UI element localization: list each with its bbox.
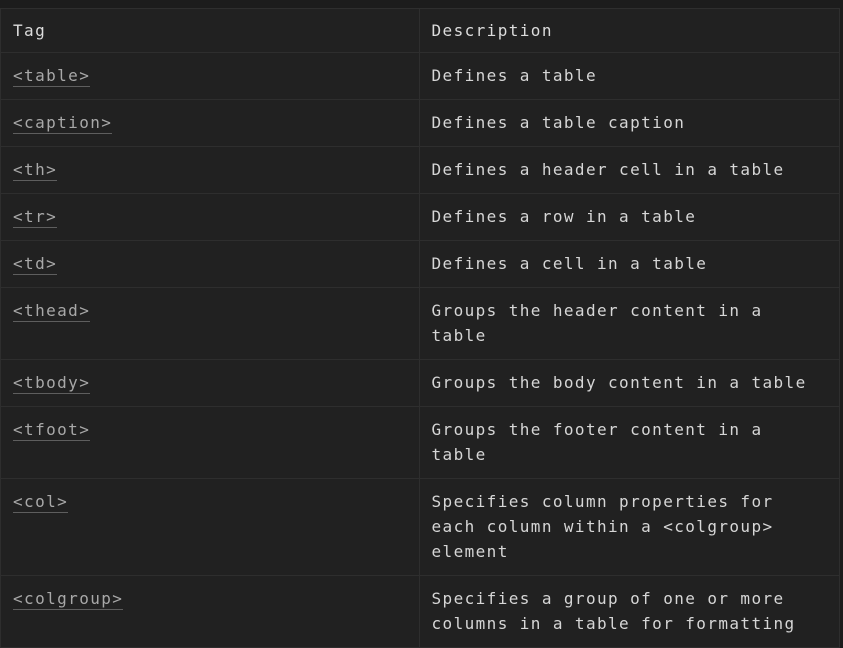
column-header-tag: Tag: [1, 9, 419, 53]
description-cell: Groups the header content in a table: [418, 287, 839, 360]
tag-cell: <col>: [1, 478, 419, 576]
tag-link[interactable]: <th>: [13, 160, 58, 181]
tag-cell: <th>: [1, 146, 419, 194]
description-cell: Specifies a group of one or more columns…: [418, 575, 839, 648]
table-row: <thead> Groups the header content in a t…: [1, 287, 839, 360]
description-cell: Defines a header cell in a table: [418, 146, 839, 194]
tag-link[interactable]: <table>: [13, 66, 91, 87]
tag-cell: <thead>: [1, 287, 419, 360]
table-row: <colgroup> Specifies a group of one or m…: [1, 575, 839, 648]
description-cell: Groups the footer content in a table: [418, 406, 839, 479]
table-row: <th> Defines a header cell in a table: [1, 146, 839, 194]
column-header-description: Description: [418, 9, 839, 53]
tags-table: Tag Description <table> Defines a table …: [1, 9, 839, 648]
tag-link[interactable]: <col>: [13, 492, 69, 513]
description-cell: Specifies column properties for each col…: [418, 478, 839, 576]
tag-cell: <table>: [1, 52, 419, 100]
tag-cell: <tfoot>: [1, 406, 419, 479]
tag-cell: <tr>: [1, 193, 419, 241]
tag-link[interactable]: <td>: [13, 254, 58, 275]
table-row: <tfoot> Groups the footer content in a t…: [1, 406, 839, 479]
tag-link[interactable]: <tr>: [13, 207, 58, 228]
tag-link[interactable]: <caption>: [13, 113, 113, 134]
table-row: <caption> Defines a table caption: [1, 99, 839, 147]
tag-link[interactable]: <colgroup>: [13, 589, 124, 610]
table-row: <table> Defines a table: [1, 52, 839, 100]
description-cell: Defines a cell in a table: [418, 240, 839, 288]
tag-cell: <tbody>: [1, 359, 419, 407]
html-table-tags-reference: Tag Description <table> Defines a table …: [0, 8, 840, 648]
table-row: <tbody> Groups the body content in a tab…: [1, 359, 839, 407]
tag-cell: <colgroup>: [1, 575, 419, 648]
table-row: <td> Defines a cell in a table: [1, 240, 839, 288]
description-cell: Defines a table: [418, 52, 839, 100]
table-row: <tr> Defines a row in a table: [1, 193, 839, 241]
description-cell: Defines a table caption: [418, 99, 839, 147]
tag-link[interactable]: <tbody>: [13, 373, 91, 394]
description-cell: Groups the body content in a table: [418, 359, 839, 407]
table-row: <col> Specifies column properties for ea…: [1, 478, 839, 576]
table-header-row: Tag Description: [1, 9, 839, 53]
tag-link[interactable]: <tfoot>: [13, 420, 91, 441]
tag-cell: <caption>: [1, 99, 419, 147]
tag-link[interactable]: <thead>: [13, 301, 91, 322]
description-cell: Defines a row in a table: [418, 193, 839, 241]
tag-cell: <td>: [1, 240, 419, 288]
